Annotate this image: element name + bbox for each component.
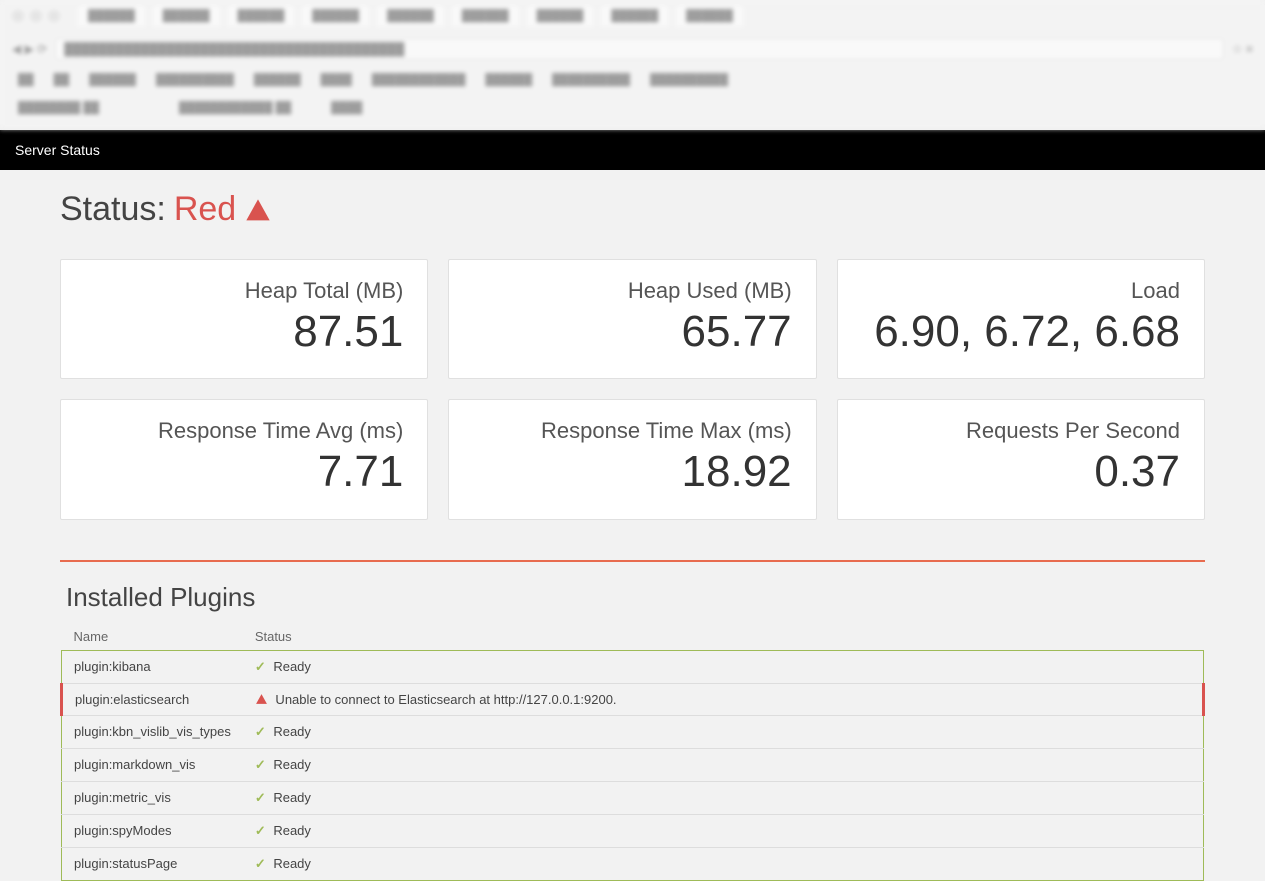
check-icon: ✓ <box>255 823 266 839</box>
status-heading: Status: Red <box>60 190 1205 229</box>
status-value: Red <box>174 190 236 229</box>
status-label: Status: <box>60 190 166 229</box>
installed-plugins-heading: Installed Plugins <box>60 582 1205 613</box>
plugin-status-text: Ready <box>270 790 311 805</box>
check-icon: ✓ <box>255 757 266 773</box>
table-row: plugin:kbn_vislib_vis_types✓ Ready <box>62 715 1204 748</box>
check-icon: ✓ <box>255 790 266 806</box>
metric-value: 0.37 <box>862 448 1180 496</box>
metric-response-avg: Response Time Avg (ms) 7.71 <box>60 399 428 519</box>
plugin-status-text: Ready <box>270 823 311 838</box>
plugin-status: ✓ Ready <box>243 814 1204 847</box>
column-header-name: Name <box>62 623 243 651</box>
section-divider <box>60 560 1205 562</box>
plugin-name: plugin:markdown_vis <box>62 748 243 781</box>
plugin-status-text: Unable to connect to Elasticsearch at ht… <box>272 692 617 707</box>
plugin-status-text: Ready <box>270 659 311 674</box>
metric-value: 65.77 <box>473 308 791 356</box>
metric-label: Response Time Avg (ms) <box>85 418 403 444</box>
metric-heap-used: Heap Used (MB) 65.77 <box>448 259 816 379</box>
plugin-status-text: Ready <box>270 757 311 772</box>
browser-chrome: ██████████████████ ██████████████████ ██… <box>0 0 1265 130</box>
metric-label: Heap Total (MB) <box>85 278 403 304</box>
metric-label: Heap Used (MB) <box>473 278 791 304</box>
check-icon: ✓ <box>255 856 266 872</box>
metric-heap-total: Heap Total (MB) 87.51 <box>60 259 428 379</box>
plugin-name: plugin:metric_vis <box>62 781 243 814</box>
table-row: plugin:markdown_vis✓ Ready <box>62 748 1204 781</box>
plugin-status: ✓ Ready <box>243 650 1204 683</box>
metric-value: 18.92 <box>473 448 791 496</box>
plugin-status: ✓ Ready <box>243 847 1204 880</box>
plugins-table: Name Status plugin:kibana✓ Readyplugin:e… <box>60 623 1205 881</box>
plugin-status: ✓ Ready <box>243 748 1204 781</box>
metric-value: 6.90, 6.72, 6.68 <box>862 308 1180 356</box>
warning-icon <box>255 692 268 707</box>
check-icon: ✓ <box>255 724 266 740</box>
plugin-name: plugin:spyModes <box>62 814 243 847</box>
plugin-status: Unable to connect to Elasticsearch at ht… <box>243 683 1204 715</box>
metric-response-max: Response Time Max (ms) 18.92 <box>448 399 816 519</box>
plugin-name: plugin:elasticsearch <box>62 683 243 715</box>
plugin-status: ✓ Ready <box>243 715 1204 748</box>
metric-load: Load 6.90, 6.72, 6.68 <box>837 259 1205 379</box>
plugin-status-text: Ready <box>270 856 311 871</box>
plugin-name: plugin:statusPage <box>62 847 243 880</box>
metric-label: Response Time Max (ms) <box>473 418 791 444</box>
column-header-status: Status <box>243 623 1204 651</box>
table-row: plugin:metric_vis✓ Ready <box>62 781 1204 814</box>
plugin-name: plugin:kibana <box>62 650 243 683</box>
metric-label: Load <box>862 278 1180 304</box>
main-content: Status: Red Heap Total (MB) 87.51 Heap U… <box>0 170 1265 881</box>
check-icon: ✓ <box>255 659 266 675</box>
metric-requests-per-second: Requests Per Second 0.37 <box>837 399 1205 519</box>
metrics-grid: Heap Total (MB) 87.51 Heap Used (MB) 65.… <box>60 259 1205 520</box>
metric-value: 87.51 <box>85 308 403 356</box>
plugin-status-text: Ready <box>270 724 311 739</box>
table-row: plugin:elasticsearch Unable to connect t… <box>62 683 1204 715</box>
warning-icon <box>244 190 272 229</box>
top-bar: Server Status <box>0 130 1265 170</box>
plugin-name: plugin:kbn_vislib_vis_types <box>62 715 243 748</box>
plugin-status: ✓ Ready <box>243 781 1204 814</box>
server-status-title: Server Status <box>15 142 100 158</box>
metric-label: Requests Per Second <box>862 418 1180 444</box>
table-row: plugin:spyModes✓ Ready <box>62 814 1204 847</box>
metric-value: 7.71 <box>85 448 403 496</box>
table-row: plugin:statusPage✓ Ready <box>62 847 1204 880</box>
table-row: plugin:kibana✓ Ready <box>62 650 1204 683</box>
